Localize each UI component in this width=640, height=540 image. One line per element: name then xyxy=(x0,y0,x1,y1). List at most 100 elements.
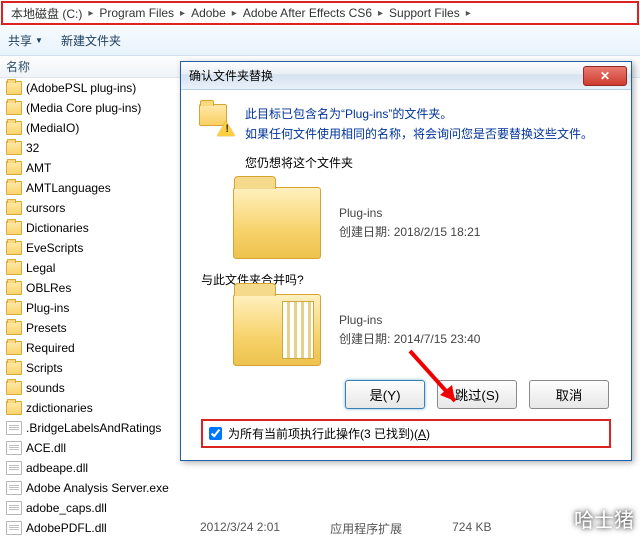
status-size: 724 KB xyxy=(452,520,491,537)
file-name: 32 xyxy=(26,141,39,155)
chevron-right-icon: ▸ xyxy=(230,8,239,19)
yes-button[interactable]: 是(Y) xyxy=(345,380,425,409)
breadcrumb-item[interactable]: Adobe xyxy=(187,6,230,20)
file-icon xyxy=(6,481,22,495)
dialog-titlebar[interactable]: 确认文件夹替换 ✕ xyxy=(181,62,631,90)
status-date: 2012/3/24 2:01 xyxy=(200,520,280,537)
folder-icon xyxy=(6,301,22,315)
chevron-right-icon: ▸ xyxy=(464,8,473,19)
folder-open-icon xyxy=(233,294,321,366)
chevron-down-icon: ▼ xyxy=(35,36,43,45)
file-name: OBLRes xyxy=(26,281,71,295)
folder-icon xyxy=(6,321,22,335)
folder-icon xyxy=(6,101,22,115)
status-bar: 2012/3/24 2:01 应用程序扩展 724 KB xyxy=(200,520,491,537)
folder-icon xyxy=(6,241,22,255)
column-name-label: 名称 xyxy=(6,58,30,75)
file-icon xyxy=(6,521,22,535)
close-button[interactable]: ✕ xyxy=(583,66,627,86)
file-name: (AdobePSL plug-ins) xyxy=(26,81,136,95)
file-name: AMTLanguages xyxy=(26,181,111,195)
chevron-right-icon: ▸ xyxy=(178,8,187,19)
apply-all-hotkey: A xyxy=(418,427,426,441)
dialog-body: ! 此目标已包含名为“Plug-ins”的文件夹。 如果任何文件使用相同的名称，… xyxy=(181,90,631,460)
apply-all-label-pre: 为所有当前项执行此操作(3 已找到)( xyxy=(228,427,418,441)
confirm-folder-replace-dialog: 确认文件夹替换 ✕ ! 此目标已包含名为“Plug-ins”的文件夹。 如果任何… xyxy=(180,61,632,461)
dialog-message-line3: 您仍想将这个文件夹 xyxy=(245,153,593,173)
file-name: adbeape.dll xyxy=(26,461,88,475)
file-name: (MediaIO) xyxy=(26,121,79,135)
apply-all-label-post: ) xyxy=(426,427,430,441)
folder-icon xyxy=(6,261,22,275)
folder-icon xyxy=(6,181,22,195)
apply-all-checkbox[interactable] xyxy=(209,427,222,440)
folder-icon xyxy=(6,361,22,375)
dialog-message-line1: 此目标已包含名为“Plug-ins”的文件夹。 xyxy=(245,104,593,124)
apply-all-row[interactable]: 为所有当前项执行此操作(3 已找到)(A) xyxy=(201,419,611,448)
dialog-message-line2: 如果任何文件使用相同的名称，将会询问您是否要替换这些文件。 xyxy=(245,124,593,144)
source-date-label: 创建日期: xyxy=(339,225,390,239)
chevron-right-icon: ▸ xyxy=(376,8,385,19)
file-name: .BridgeLabelsAndRatings xyxy=(26,421,161,435)
file-icon xyxy=(6,461,22,475)
breadcrumb-item[interactable]: Support Files xyxy=(385,6,464,20)
folder-icon xyxy=(6,81,22,95)
cancel-button-label: 取消 xyxy=(556,388,583,403)
dialog-title: 确认文件夹替换 xyxy=(189,67,583,84)
folder-icon xyxy=(6,341,22,355)
file-item[interactable]: Adobe Analysis Server.exe xyxy=(0,478,640,498)
explorer-toolbar: 共享 ▼ 新建文件夹 xyxy=(0,26,640,56)
folder-icon xyxy=(6,221,22,235)
yes-button-label: 是(Y) xyxy=(369,388,400,403)
source-folder-name: Plug-ins xyxy=(339,204,480,223)
breadcrumb-item[interactable]: 本地磁盘 (C:) xyxy=(7,5,86,22)
file-name: Required xyxy=(26,341,75,355)
apply-all-label: 为所有当前项执行此操作(3 已找到)(A) xyxy=(228,425,430,442)
file-icon xyxy=(6,441,22,455)
breadcrumb-item[interactable]: Program Files xyxy=(95,6,178,20)
file-icon xyxy=(6,421,22,435)
dest-date-label: 创建日期: xyxy=(339,332,390,346)
file-name: ACE.dll xyxy=(26,441,66,455)
dest-date-value: 2014/7/15 23:40 xyxy=(394,332,481,346)
breadcrumb-item[interactable]: Adobe After Effects CS6 xyxy=(239,6,376,20)
cancel-button[interactable]: 取消 xyxy=(529,380,609,409)
folder-icon xyxy=(6,401,22,415)
breadcrumb[interactable]: 本地磁盘 (C:) ▸ Program Files ▸ Adobe ▸ Adob… xyxy=(1,1,639,25)
file-item[interactable]: adobe_caps.dll xyxy=(0,498,640,518)
dest-folder-name: Plug-ins xyxy=(339,311,480,330)
new-folder-label: 新建文件夹 xyxy=(61,32,121,49)
file-name: Plug-ins xyxy=(26,301,69,315)
folder-icon xyxy=(6,141,22,155)
skip-button[interactable]: 跳过(S) xyxy=(437,380,517,409)
dest-folder-block: Plug-ins 创建日期: 2014/7/15 23:40 xyxy=(233,294,613,366)
file-name: AMT xyxy=(26,161,51,175)
file-name: Legal xyxy=(26,261,55,275)
close-icon: ✕ xyxy=(600,69,610,83)
file-name: AdobePDFL.dll xyxy=(26,521,107,535)
folder-icon xyxy=(6,381,22,395)
folder-icon xyxy=(6,121,22,135)
file-name: sounds xyxy=(26,381,65,395)
folder-icon xyxy=(6,201,22,215)
skip-button-label: 跳过(S) xyxy=(455,388,499,403)
file-name: Dictionaries xyxy=(26,221,89,235)
source-folder-block: Plug-ins 创建日期: 2018/2/15 18:21 xyxy=(233,187,613,259)
file-name: (Media Core plug-ins) xyxy=(26,101,141,115)
file-name: Scripts xyxy=(26,361,63,375)
file-name: Adobe Analysis Server.exe xyxy=(26,481,169,495)
status-type: 应用程序扩展 xyxy=(330,520,402,537)
share-menu[interactable]: 共享 ▼ xyxy=(8,32,43,49)
file-name: cursors xyxy=(26,201,65,215)
dialog-buttons: 是(Y) 跳过(S) 取消 xyxy=(199,380,609,409)
file-name: adobe_caps.dll xyxy=(26,501,107,515)
chevron-right-icon: ▸ xyxy=(86,8,95,19)
file-name: zdictionaries xyxy=(26,401,93,415)
folder-icon xyxy=(6,161,22,175)
file-icon xyxy=(6,501,22,515)
source-date-value: 2018/2/15 18:21 xyxy=(394,225,481,239)
file-name: EveScripts xyxy=(26,241,83,255)
folder-icon xyxy=(6,281,22,295)
new-folder-button[interactable]: 新建文件夹 xyxy=(61,32,121,49)
folder-icon xyxy=(233,187,321,259)
